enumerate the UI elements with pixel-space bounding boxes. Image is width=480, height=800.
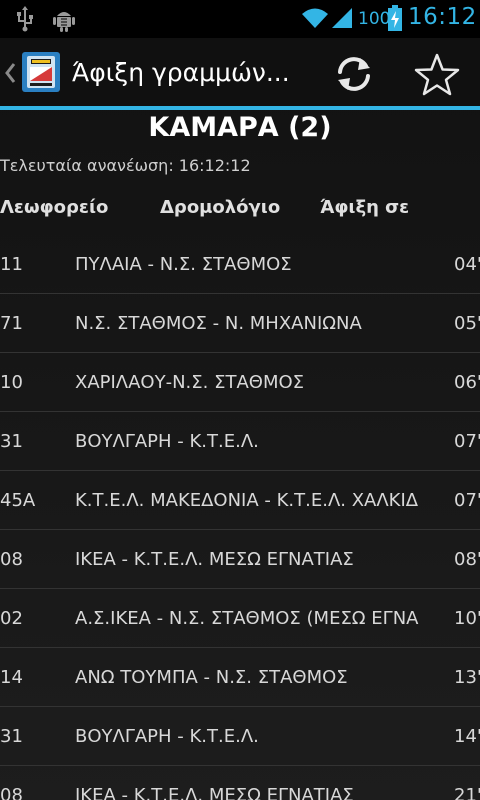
list-item[interactable]: 14 ΑΝΩ ΤΟΥΜΠΑ - Ν.Σ. ΣΤΑΘΜΟΣ 13' xyxy=(0,648,480,707)
arrival-time: 07' xyxy=(454,490,480,511)
bus-number: 45Α xyxy=(0,490,36,511)
route-name: ΒΟΥΛΓΑΡΗ - Κ.Τ.Ε.Λ. xyxy=(75,726,259,747)
arrival-time: 05' xyxy=(454,313,480,334)
route-name: Ν.Σ. ΣΤΑΘΜΟΣ - Ν. ΜΗΧΑΝΙΩΝΑ xyxy=(75,313,362,334)
list-item[interactable]: 02 Α.Σ.ΙΚΕΑ - Ν.Σ. ΣΤΑΘΜΟΣ (ΜΕΣΩ ΕΓΝΑ 10' xyxy=(0,589,480,648)
arrival-time: 13' xyxy=(454,667,480,688)
route-name: ΧΑΡΙΛΑΟΥ-Ν.Σ. ΣΤΑΘΜΟΣ xyxy=(75,372,305,393)
bus-number: 02 xyxy=(0,608,23,629)
list-item[interactable]: 71 Ν.Σ. ΣΤΑΘΜΟΣ - Ν. ΜΗΧΑΝΙΩΝΑ 05' xyxy=(0,294,480,353)
clock: 16:12 xyxy=(408,4,477,30)
route-name: Κ.Τ.Ε.Λ. ΜΑΚΕΔΟΝΙΑ - Κ.Τ.Ε.Λ. ΧΑΛΚΙΔ xyxy=(75,490,419,511)
bus-number: 31 xyxy=(0,431,23,452)
bus-number: 14 xyxy=(0,667,23,688)
battery-charging-icon xyxy=(388,5,402,31)
route-name: ΒΟΥΛΓΑΡΗ - Κ.Τ.Ε.Λ. xyxy=(75,431,259,452)
bus-number: 08 xyxy=(0,549,23,570)
arrival-time: 07' xyxy=(454,431,480,452)
column-header-route: Δρομολόγιο xyxy=(160,197,281,218)
list-item[interactable]: 31 ΒΟΥΛΓΑΡΗ - Κ.Τ.Ε.Λ. 07' xyxy=(0,412,480,471)
bus-number: 11 xyxy=(0,254,23,275)
up-caret-icon[interactable] xyxy=(4,62,16,84)
stop-name: ΚΑΜΑΡΑ (2) xyxy=(148,112,332,143)
star-icon[interactable] xyxy=(414,52,460,96)
column-header-arrival: Άφιξη σε xyxy=(320,197,410,218)
last-update-text: Τελευταία ανανέωση: 16:12:12 xyxy=(0,156,251,175)
battery-level: 100 xyxy=(358,9,391,29)
screen-title: Άφιξη γραμμών... xyxy=(72,58,290,87)
arrival-time: 14' xyxy=(454,726,480,747)
route-name: ΙΚΕΑ - Κ.Τ.Ε.Λ. ΜΕΣΩ ΕΓΝΑΤΙΑΣ xyxy=(75,549,354,570)
arrival-time: 21' xyxy=(454,785,480,800)
route-name: Α.Σ.ΙΚΕΑ - Ν.Σ. ΣΤΑΘΜΟΣ (ΜΕΣΩ ΕΓΝΑ xyxy=(75,608,419,629)
arrivals-list[interactable]: 11 ΠΥΛΑΙΑ - Ν.Σ. ΣΤΑΘΜΟΣ 04' 71 Ν.Σ. ΣΤΑΘΜΟΣ… xyxy=(0,235,480,800)
arrival-time: 08' xyxy=(454,549,480,570)
list-item[interactable]: 08 ΙΚΕΑ - Κ.Τ.Ε.Λ. ΜΕΣΩ ΕΓΝΑΤΙΑΣ 08' xyxy=(0,530,480,589)
bus-number: 31 xyxy=(0,726,23,747)
arrival-time: 04' xyxy=(454,254,480,275)
action-bar: Άφιξη γραμμών... xyxy=(0,38,480,110)
screen: 100 16:12 Άφιξη γραμμών... ΚΑΜΑΡΑ (2) Τε… xyxy=(0,0,480,800)
arrival-time: 10' xyxy=(454,608,480,629)
list-item[interactable]: 10 ΧΑΡΙΛΑΟΥ-Ν.Σ. ΣΤΑΘΜΟΣ 06' xyxy=(0,353,480,412)
app-icon[interactable] xyxy=(22,52,60,92)
bus-number: 71 xyxy=(0,313,23,334)
refresh-icon[interactable] xyxy=(332,54,376,94)
list-item[interactable]: 31 ΒΟΥΛΓΑΡΗ - Κ.Τ.Ε.Λ. 14' xyxy=(0,707,480,766)
android-debug-icon xyxy=(53,12,75,32)
list-item[interactable]: 45Α Κ.Τ.Ε.Λ. ΜΑΚΕΔΟΝΙΑ - Κ.Τ.Ε.Λ. ΧΑΛΚΙΔ 0… xyxy=(0,471,480,530)
bus-number: 08 xyxy=(0,785,23,800)
bus-number: 10 xyxy=(0,372,23,393)
list-item[interactable]: 08 ΙΚΕΑ - Κ.Τ.Ε.Λ. ΜΕΣΩ ΕΓΝΑΤΙΑΣ 21' xyxy=(0,766,480,800)
usb-icon xyxy=(17,6,33,32)
list-item[interactable]: 11 ΠΥΛΑΙΑ - Ν.Σ. ΣΤΑΘΜΟΣ 04' xyxy=(0,235,480,294)
route-name: ΠΥΛΑΙΑ - Ν.Σ. ΣΤΑΘΜΟΣ xyxy=(75,254,292,275)
column-header-bus: Λεωφορείο xyxy=(0,197,109,218)
status-bar: 100 16:12 xyxy=(0,0,480,38)
signal-icon xyxy=(332,8,352,28)
arrival-time: 06' xyxy=(454,372,480,393)
wifi-icon xyxy=(302,8,328,28)
route-name: ΑΝΩ ΤΟΥΜΠΑ - Ν.Σ. ΣΤΑΘΜΟΣ xyxy=(75,667,348,688)
route-name: ΙΚΕΑ - Κ.Τ.Ε.Λ. ΜΕΣΩ ΕΓΝΑΤΙΑΣ xyxy=(75,785,354,800)
